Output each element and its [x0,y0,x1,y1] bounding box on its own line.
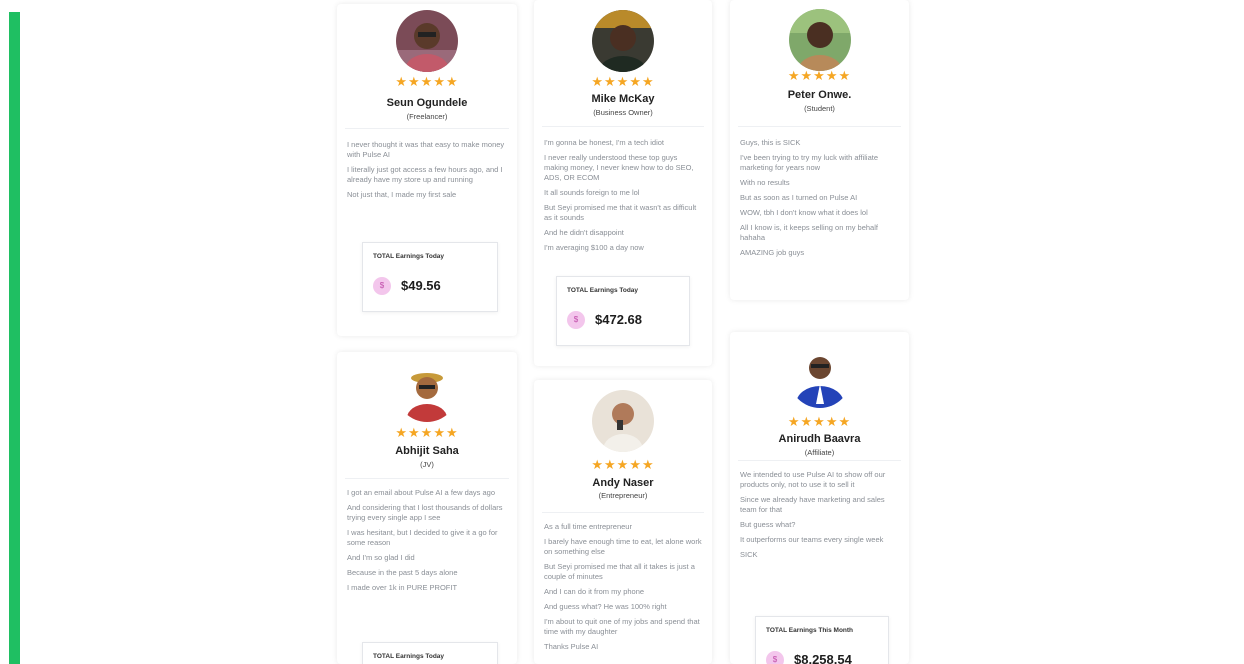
text-line: SICK [740,550,758,559]
divider [345,478,509,479]
testimonial-text: I never thought it was that easy to make… [347,140,507,205]
rating-stars: ★★★★★ [787,68,852,83]
avatar [396,360,458,422]
testimonial-text: I'm gonna be honest, I'm a tech idiot I … [544,138,702,258]
avatar [788,346,851,408]
divider [345,128,509,129]
testimonial-text: Guys, this is SICK I've been trying to t… [740,138,899,263]
text-line: And I can do it from my phone [544,587,645,596]
text-line: I barely have enough time to eat, let al… [544,537,702,556]
text-line: But guess what? [740,520,796,529]
testimonial-text: We intended to use Pulse AI to show off … [740,470,899,565]
coin-icon: $ [567,311,585,329]
divider [738,126,901,127]
earnings-label: TOTAL Earnings Today [373,653,445,660]
reviewer-role: (Affiliate) [804,448,835,457]
text-line: Thanks Pulse AI [544,642,599,651]
text-line: AMAZING job guys [740,248,805,257]
text-line: Because in the past 5 days alone [347,568,458,577]
text-line: But Seyi promised me that it wasn't as d… [544,203,697,222]
text-line: But Seyi promised me that all it takes i… [544,562,695,581]
text-line: I made over 1k in PURE PROFIT [347,583,458,592]
text-line: Guys, this is SICK [740,138,801,147]
earnings-box: TOTAL Earnings Today [362,642,498,664]
text-line: But as soon as I turned on Pulse AI [740,193,858,202]
rating-stars: ★★★★★ [787,414,852,429]
reviewer-name: Andy Naser [592,477,654,489]
reviewer-name: Mike McKay [591,93,655,105]
text-line: I've been trying to try my luck with aff… [740,153,879,172]
text-line: And he didn't disappoint [544,228,624,237]
avatar [592,390,654,452]
reviewer-role: (Entrepreneur) [598,491,648,500]
text-line: And considering that I lost thousands of… [347,503,503,522]
coin-icon: $ [373,277,391,295]
testimonial-card: ★★★★★ Seun Ogundele (Freelancer) I never… [337,4,517,336]
text-line: As a full time entrepreneur [544,522,632,531]
text-line: Since we already have marketing and sale… [740,495,885,514]
text-line: It outperforms our teams every single we… [740,535,884,544]
text-line: It all sounds foreign to me lol [544,188,640,197]
earnings-amount: $49.56 [401,278,441,293]
text-line: Not just that, I made my first sale [347,190,457,199]
divider [738,460,901,461]
rating-stars: ★★★★★ [591,457,655,472]
text-line: I never thought it was that easy to make… [347,140,505,159]
testimonial-text: As a full time entrepreneur I barely hav… [544,522,702,657]
reviewer-name: Anirudh Baavra [778,433,861,445]
reviewer-name: Seun Ogundele [386,97,468,109]
text-line: All I know is, it keeps selling on my be… [740,223,878,242]
earnings-label: TOTAL Earnings This Month [766,627,854,634]
text-line: I literally just got access a few hours … [347,165,503,184]
reviewer-role: (Business Owner) [593,108,653,117]
testimonial-card: ★★★★★ Abhijit Saha (JV) I got an email a… [337,352,517,664]
text-line: I'm averaging $100 a day now [544,243,644,252]
testimonial-card: ★★★★★ Anirudh Baavra (Affiliate) We inte… [730,332,909,664]
accent-bar [9,12,20,664]
rating-stars: ★★★★★ [591,74,655,89]
text-line: WOW, tbh I don't know what it does lol [740,208,868,217]
earnings-box: TOTAL Earnings Today $ $49.56 [362,242,498,312]
reviewer-name: Peter Onwe. [787,89,852,101]
text-line: And guess what? He was 100% right [544,602,667,611]
text-line: I'm about to quit one of my jobs and spe… [544,617,700,636]
rating-stars: ★★★★★ [395,425,459,440]
divider [542,126,704,127]
rating-stars: ★★★★★ [395,74,459,89]
testimonial-card: ★★★★★ Mike McKay (Business Owner) I'm go… [534,0,712,366]
divider [542,512,704,513]
text-line: We intended to use Pulse AI to show off … [740,470,886,489]
testimonial-card: ★★★★★ Andy Naser (Entrepreneur) As a ful… [534,380,712,664]
earnings-label: TOTAL Earnings Today [567,287,639,294]
avatar [788,9,851,71]
reviewer-role: (JV) [420,460,434,469]
text-line: With no results [740,178,790,187]
earnings-label: TOTAL Earnings Today [373,253,445,260]
text-line: I never really understood these top guys… [544,153,694,182]
testimonial-card: ★★★★★ Peter Onwe. (Student) Guys, this i… [730,0,909,300]
text-line: I was hesitant, but I decided to give it… [347,528,498,547]
earnings-amount: $472.68 [595,312,642,327]
text-line: I got an email about Pulse AI a few days… [347,488,496,497]
reviewer-name: Abhijit Saha [395,445,459,457]
avatar [592,10,654,72]
earnings-box: TOTAL Earnings This Month $ $8,258.54 [755,616,889,664]
coin-icon: $ [766,651,784,664]
avatar [396,10,458,72]
testimonial-text: I got an email about Pulse AI a few days… [347,488,507,598]
text-line: And I'm so glad I did [347,553,415,562]
reviewer-role: (Freelancer) [406,112,448,121]
earnings-box: TOTAL Earnings Today $ $472.68 [556,276,690,346]
earnings-amount: $8,258.54 [794,652,852,664]
reviewer-role: (Student) [804,104,835,113]
text-line: I'm gonna be honest, I'm a tech idiot [544,138,665,147]
